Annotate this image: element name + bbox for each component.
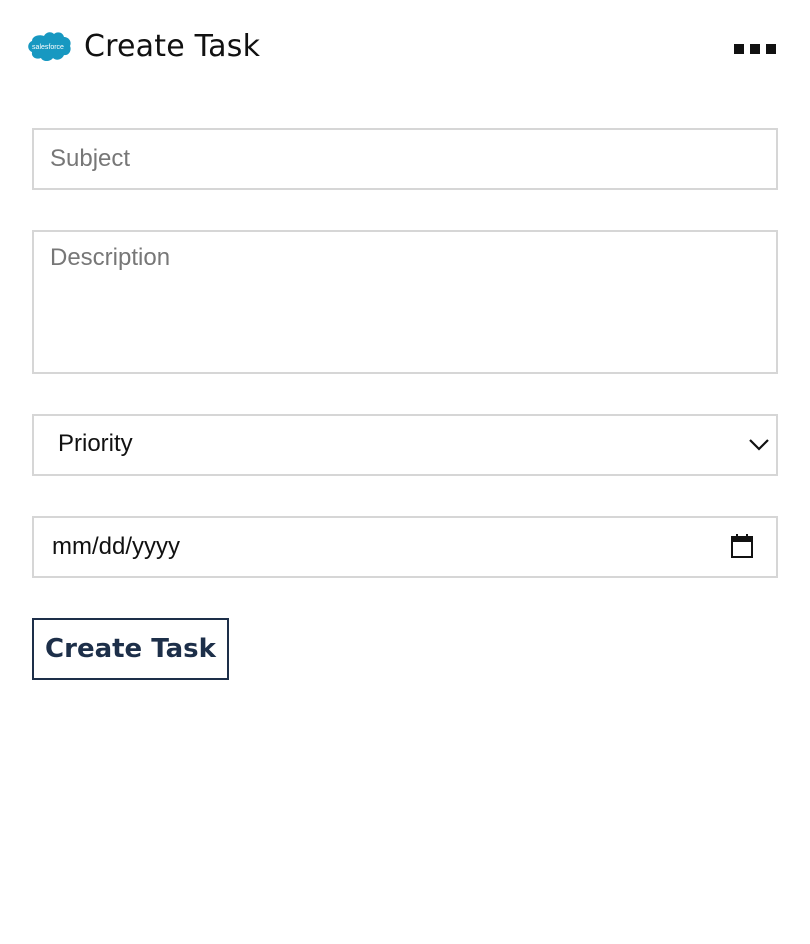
due-date-field[interactable]: mm/dd/yyyy	[32, 516, 778, 578]
ellipsis-menu-icon	[750, 44, 760, 54]
priority-selected-value: Priority	[58, 430, 133, 457]
description-input[interactable]	[34, 232, 776, 372]
calendar-icon[interactable]	[730, 533, 754, 559]
due-date-value: mm/dd/yyyy	[52, 533, 181, 560]
description-field-container	[32, 230, 778, 374]
more-options-button[interactable]	[734, 44, 776, 54]
ellipsis-menu-icon	[766, 44, 776, 54]
priority-select[interactable]: Priority	[32, 414, 778, 476]
salesforce-logo: salesforce	[28, 32, 71, 61]
logo-text: salesforce	[32, 44, 64, 51]
subject-input[interactable]	[34, 130, 776, 188]
create-task-button[interactable]: Create Task	[32, 618, 229, 680]
ellipsis-menu-icon	[734, 44, 744, 54]
subject-field-container	[32, 128, 778, 190]
header: salesforce Create Task	[24, 24, 786, 72]
create-task-screen: salesforce Create Task Priority mm/dd/yy…	[0, 0, 810, 944]
page-title: Create Task	[84, 29, 261, 64]
chevron-down-icon	[749, 439, 769, 451]
